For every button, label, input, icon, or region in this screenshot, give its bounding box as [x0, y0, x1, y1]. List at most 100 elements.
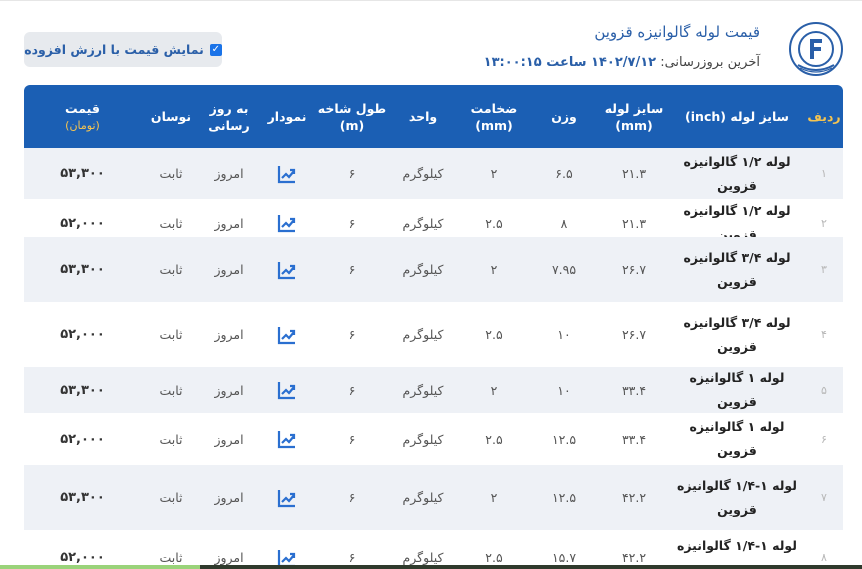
cell-unit: کیلوگرم — [402, 431, 444, 447]
col-index: ردیف — [807, 109, 841, 124]
cell-length: ۶ — [348, 382, 356, 398]
table-header: ردیف سایز لوله (inch) سایز لوله (mm) وزن… — [24, 85, 843, 148]
cell-length: ۶ — [348, 262, 356, 277]
page-title: قیمت لوله گالوانیزه قزوین — [594, 23, 760, 41]
cell-size-mm: ۲۶.۷ — [621, 327, 647, 342]
cell-updated: امروز — [214, 382, 244, 398]
vat-price-toggle[interactable]: ✓ نمایش قیمت با ارزش افزوده — [24, 32, 222, 67]
cell-price: ۵۲,۰۰۰ — [60, 550, 105, 565]
col-size-mm: سایز لوله (mm) — [604, 100, 664, 133]
cell-size-mm: ۴۲.۲ — [621, 490, 647, 505]
chart-icon[interactable] — [276, 163, 298, 185]
col-name: سایز لوله (inch) — [685, 109, 789, 124]
cell-index: ۱ — [821, 167, 827, 180]
cell-size-mm: ۳۳.۴ — [621, 431, 647, 447]
table-row: ۶ لوله ۱ گالوانیزه قزوین ۳۳.۴ ۱۲.۵ ۲.۵ کیلوگر… — [24, 413, 843, 465]
cell-length: ۶ — [348, 490, 356, 505]
cell-thickness: ۲ — [490, 262, 498, 277]
cell-change: ثابت — [159, 431, 183, 447]
cell-index: ۶ — [821, 432, 827, 446]
chart-cell — [257, 530, 317, 569]
cell-length: ۶ — [348, 431, 356, 447]
chart-icon[interactable] — [276, 487, 298, 509]
cell-name: لوله ۳/۴ گالوانیزه قزوین — [683, 249, 791, 289]
cell-length: ۶ — [348, 327, 356, 342]
vat-toggle-label: نمایش قیمت با ارزش افزوده — [24, 42, 204, 57]
cell-unit: کیلوگرم — [402, 490, 444, 505]
cell-size-mm: ۲۱.۳ — [621, 166, 647, 181]
col-weight: وزن — [551, 109, 577, 124]
col-price-label: قیمت — [65, 100, 100, 116]
chart-cell — [257, 465, 317, 530]
col-change: نوسان — [150, 109, 192, 124]
col-length: طول شاخه (m) — [317, 100, 387, 133]
cell-change: ثابت — [159, 490, 183, 505]
chart-icon[interactable] — [276, 428, 298, 450]
table-row: ۳ لوله ۳/۴ گالوانیزه قزوین ۲۶.۷ ۷.۹۵ ۲ کیلوگر… — [24, 237, 843, 302]
table-row: ۵ لوله ۱ گالوانیزه قزوین ۳۳.۴ ۱۰ ۲ کیلوگرم ۶ ام… — [24, 367, 843, 413]
cell-name: لوله ۱ گالوانیزه قزوین — [689, 419, 785, 458]
checkbox-icon[interactable]: ✓ — [209, 43, 222, 56]
cell-unit: کیلوگرم — [402, 327, 444, 342]
cell-weight: ۷.۹۵ — [551, 262, 577, 277]
last-updated-label: آخرین بروزرسانی: — [660, 55, 760, 70]
chart-cell — [257, 367, 317, 413]
col-price: قیمت (تومان) — [24, 85, 141, 148]
table-row: ۷ لوله ۱-۱/۴ گالوانیزه قزوین ۴۲.۲ ۱۲.۵ ۲ کیلو… — [24, 465, 843, 530]
cell-weight: ۱۰ — [557, 382, 571, 398]
cell-price: ۵۲,۰۰۰ — [60, 431, 105, 447]
table-row: ۴ لوله ۳/۴ گالوانیزه قزوین ۲۶.۷ ۱۰ ۲.۵ کیلوگر… — [24, 302, 843, 367]
page-header: قیمت لوله گالوانیزه قزوین آخرین بروزرسان… — [0, 1, 862, 85]
cell-price: ۵۳,۳۰۰ — [60, 262, 105, 277]
cell-index: ۴ — [821, 328, 827, 341]
chart-icon[interactable] — [276, 212, 298, 234]
col-thickness: ضخامت (mm) — [470, 100, 518, 133]
cell-index: ۸ — [821, 551, 827, 564]
cell-index: ۵ — [821, 383, 827, 397]
chart-cell — [257, 413, 317, 465]
chart-icon[interactable] — [276, 379, 298, 401]
cell-length: ۶ — [348, 166, 356, 181]
cell-change: ثابت — [159, 166, 183, 181]
chart-icon[interactable] — [276, 324, 298, 346]
cell-name: لوله ۱ گالوانیزه قزوین — [689, 370, 785, 409]
cell-unit: کیلوگرم — [402, 262, 444, 277]
chart-cell — [257, 148, 317, 199]
cell-thickness: ۲ — [490, 490, 498, 505]
cell-updated: امروز — [214, 262, 244, 277]
bottom-bar — [200, 565, 862, 569]
cell-name: لوله ۱-۱/۴ گالوانیزه قزوین — [677, 537, 797, 569]
cell-size-mm: ۴۲.۲ — [621, 550, 647, 565]
cell-name: لوله ۱/۲ گالوانیزه قزوین — [683, 153, 791, 193]
cell-thickness: ۲ — [490, 166, 498, 181]
cell-thickness: ۲.۵ — [485, 327, 503, 342]
cell-weight: ۱۲.۵ — [551, 431, 577, 447]
cell-unit: کیلوگرم — [402, 166, 444, 181]
cell-price: ۵۳,۳۰۰ — [60, 490, 105, 505]
cell-change: ثابت — [159, 262, 183, 277]
cell-name: لوله ۱-۱/۴ گالوانیزه قزوین — [677, 477, 797, 517]
cell-index: ۳ — [821, 263, 827, 276]
last-updated-value: ۱۴۰۲/۷/۱۲ ساعت ۱۳:۰۰:۱۵ — [483, 55, 657, 70]
col-unit: واحد — [408, 109, 438, 124]
cell-thickness: ۲.۵ — [485, 431, 503, 447]
col-price-unit: (تومان) — [65, 118, 100, 132]
cell-updated: امروز — [214, 166, 244, 181]
chart-icon[interactable] — [276, 259, 298, 281]
cell-price: ۵۳,۳۰۰ — [60, 166, 105, 181]
cell-updated: امروز — [214, 550, 244, 565]
company-logo — [789, 22, 843, 76]
chart-cell — [257, 302, 317, 367]
table-row: ۸ لوله ۱-۱/۴ گالوانیزه قزوین ۴۲.۲ ۱۵.۷ ۲.۵ کی… — [24, 530, 843, 569]
col-updated: به روز رسانی — [208, 100, 250, 133]
cell-change: ثابت — [159, 327, 183, 342]
cell-updated: امروز — [214, 490, 244, 505]
cell-weight: ۱۰ — [557, 327, 571, 342]
cell-unit: کیلوگرم — [402, 550, 444, 565]
cell-price: ۵۲,۰۰۰ — [60, 327, 105, 342]
col-chart: نمودار — [267, 109, 307, 124]
cell-weight: ۶.۵ — [555, 166, 573, 181]
cell-thickness: ۲ — [490, 382, 498, 398]
cell-updated: امروز — [214, 327, 244, 342]
price-table: ردیف سایز لوله (inch) سایز لوله (mm) وزن… — [24, 85, 843, 569]
